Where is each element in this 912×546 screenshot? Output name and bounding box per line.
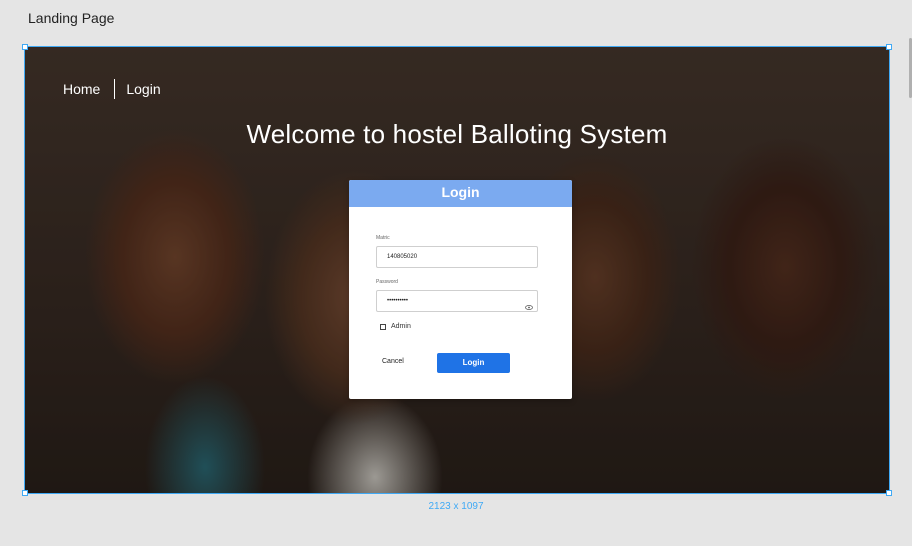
admin-label: Admin <box>391 323 411 330</box>
nav-home[interactable]: Home <box>63 81 100 97</box>
resize-handle-bottom-right[interactable] <box>886 490 892 496</box>
password-label: Password <box>376 279 398 285</box>
matric-input[interactable]: 140805020 <box>376 246 538 268</box>
artboard[interactable]: Home Login Welcome to hostel Balloting S… <box>24 46 890 494</box>
password-value: •••••••••• <box>387 298 409 304</box>
eye-icon[interactable] <box>525 299 533 319</box>
artboard-dimensions: 2123 x 1097 <box>428 501 484 512</box>
resize-handle-top-right[interactable] <box>886 44 892 50</box>
matric-label: Matric <box>376 235 390 241</box>
matric-value: 140805020 <box>387 254 418 260</box>
login-card: Login Matric 140805020 Password ••••••••… <box>349 180 572 399</box>
password-input[interactable]: •••••••••• <box>376 290 538 312</box>
nav-login[interactable]: Login <box>126 81 160 97</box>
login-card-header: Login <box>349 180 572 207</box>
frame-title: Landing Page <box>28 10 115 26</box>
login-button[interactable]: Login <box>437 353 510 373</box>
admin-checkbox[interactable] <box>380 323 386 330</box>
nav-divider <box>114 79 116 99</box>
hero-title: Welcome to hostel Balloting System <box>246 119 668 149</box>
resize-handle-bottom-left[interactable] <box>22 490 28 496</box>
admin-checkbox-row[interactable]: Admin <box>380 323 411 330</box>
resize-handle-top-left[interactable] <box>22 44 28 50</box>
top-nav: Home Login <box>63 79 161 99</box>
cancel-button[interactable]: Cancel <box>382 358 404 365</box>
